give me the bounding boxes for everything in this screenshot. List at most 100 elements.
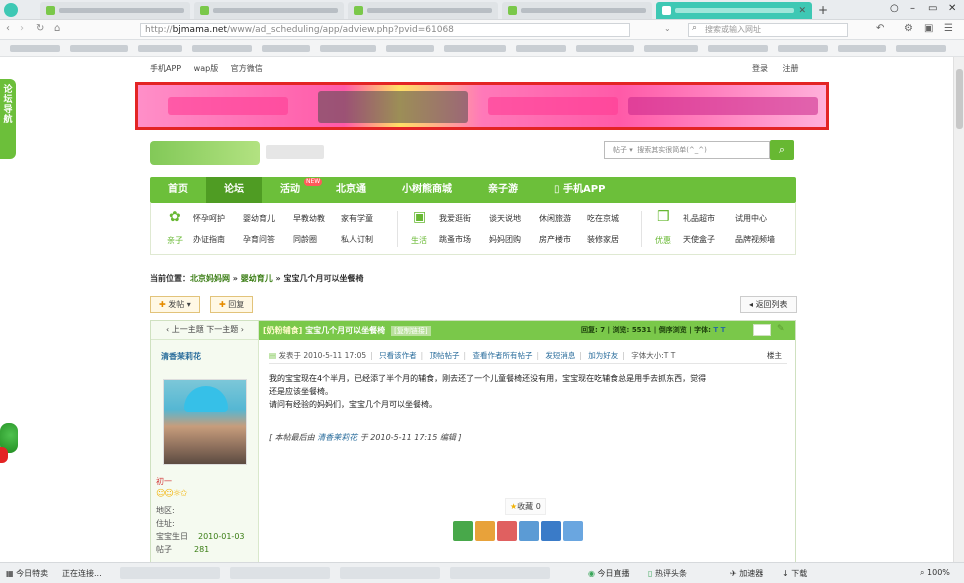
- page-jump-input[interactable]: [753, 324, 771, 336]
- nav-home[interactable]: 首页: [150, 177, 206, 203]
- nav-app[interactable]: ▯ 手机APP: [536, 177, 623, 203]
- share-icon[interactable]: [497, 521, 517, 541]
- browser-tab[interactable]: [348, 2, 498, 19]
- bookmark-item[interactable]: [262, 45, 310, 52]
- meta-link[interactable]: 加为好友: [588, 351, 618, 360]
- breadcrumb-link[interactable]: 婴幼育儿: [241, 274, 273, 283]
- nav-forum[interactable]: 论坛: [206, 177, 262, 203]
- menu-icon[interactable]: ☰: [944, 23, 953, 34]
- prev-next-links[interactable]: ‹ 上一主题 下一主题 ›: [151, 321, 259, 340]
- sub-link[interactable]: 试用中心: [735, 213, 767, 224]
- share-icon[interactable]: [541, 521, 561, 541]
- reload-icon[interactable]: ↻: [36, 23, 44, 34]
- meta-link[interactable]: 发短消息: [545, 351, 575, 360]
- site-logo[interactable]: [150, 141, 260, 165]
- bookmark-item[interactable]: [444, 45, 506, 52]
- new-post-button[interactable]: ✚ 发帖 ▾: [150, 296, 200, 313]
- sub-link[interactable]: 办证指南: [193, 234, 225, 245]
- sub-link[interactable]: 同龄圈: [293, 234, 317, 245]
- login-link[interactable]: 登录: [752, 64, 768, 73]
- download-link[interactable]: ↓ 下载: [782, 568, 807, 579]
- close-window-icon[interactable]: ✕: [948, 3, 956, 14]
- bookmark-icon[interactable]: ▣: [924, 23, 933, 34]
- bookmark-item[interactable]: [386, 45, 434, 52]
- accelerator-link[interactable]: ✈ 加速器: [730, 568, 763, 579]
- browser-tab-active[interactable]: ✕: [656, 2, 812, 19]
- share-icon[interactable]: [563, 521, 583, 541]
- bookmark-item[interactable]: [10, 45, 60, 52]
- favorite-button[interactable]: ★收藏 0: [505, 498, 546, 515]
- bookmark-item[interactable]: [192, 45, 252, 52]
- sub-link[interactable]: 妈妈团购: [489, 234, 521, 245]
- gear-icon[interactable]: ⚙: [904, 23, 913, 34]
- skin-icon[interactable]: ○: [890, 3, 899, 14]
- meta-link[interactable]: 查看作者所有帖子: [472, 351, 532, 360]
- share-icon[interactable]: [475, 521, 495, 541]
- font-size-control[interactable]: 字体大小:T T: [631, 351, 675, 360]
- home-icon[interactable]: ⌂: [54, 23, 60, 34]
- sub-link[interactable]: 我爱逛街: [439, 213, 471, 224]
- floating-ad[interactable]: [0, 409, 22, 469]
- sub-link[interactable]: 婴幼育儿: [243, 213, 275, 224]
- wap-link[interactable]: wap版: [194, 64, 219, 73]
- forum-nav-float[interactable]: 论坛导航: [0, 79, 16, 159]
- search-button[interactable]: ⌕: [770, 140, 794, 160]
- meta-link[interactable]: 顶帖帖子: [430, 351, 460, 360]
- nav-beijing[interactable]: 北京通: [318, 177, 384, 203]
- meta-link[interactable]: 只看该作者: [379, 351, 417, 360]
- sub-link[interactable]: 天使盒子: [683, 234, 715, 245]
- font-size-toggle[interactable]: T T: [713, 326, 725, 334]
- sub-link[interactable]: 孕育问答: [243, 234, 275, 245]
- sub-link[interactable]: 早教幼教: [293, 213, 325, 224]
- sub-link[interactable]: 怀孕呵护: [193, 213, 225, 224]
- share-icon[interactable]: [453, 521, 473, 541]
- back-to-list-button[interactable]: ◂ 返回列表: [740, 296, 797, 313]
- bookmark-item[interactable]: [708, 45, 768, 52]
- share-icon[interactable]: [519, 521, 539, 541]
- sub-link[interactable]: 吃在京城: [587, 213, 619, 224]
- browser-tab[interactable]: [40, 2, 190, 19]
- forward-icon[interactable]: ›: [20, 23, 24, 34]
- wechat-link[interactable]: 官方微信: [231, 64, 263, 73]
- nav-mall[interactable]: 小树熊商城: [384, 177, 470, 203]
- breadcrumb-link[interactable]: 北京妈妈网: [190, 274, 230, 283]
- sub-link[interactable]: 休闲旅游: [539, 213, 571, 224]
- zoom-level[interactable]: ⌕ 100%: [920, 568, 950, 578]
- minimize-icon[interactable]: –: [910, 3, 915, 14]
- register-link[interactable]: 注册: [783, 64, 799, 73]
- browser-tab[interactable]: [502, 2, 652, 19]
- reply-button[interactable]: ✚ 回复: [210, 296, 254, 313]
- bookmark-item[interactable]: [70, 45, 128, 52]
- maximize-icon[interactable]: ▭: [928, 3, 937, 14]
- sub-link[interactable]: 品牌视频墙: [735, 234, 775, 245]
- scroll-thumb[interactable]: [956, 69, 963, 129]
- sub-link[interactable]: 家有学童: [341, 213, 373, 224]
- sub-link[interactable]: 跳蚤市场: [439, 234, 471, 245]
- bookmark-item[interactable]: [576, 45, 634, 52]
- dropdown-icon[interactable]: ⌄: [664, 24, 671, 33]
- copy-link-button[interactable]: [复制链接]: [391, 326, 431, 336]
- app-link[interactable]: 手机APP: [150, 64, 181, 73]
- browser-search-input[interactable]: 搜索或输入网址: [688, 23, 848, 37]
- headlines-link[interactable]: ▯ 热评头条: [648, 568, 687, 579]
- sub-link[interactable]: 房产楼市: [539, 234, 571, 245]
- site-search-input[interactable]: 帖子 ▾ 搜索其实很简单(^_^): [604, 141, 770, 159]
- undo-icon[interactable]: ↶: [876, 23, 884, 34]
- bookmark-item[interactable]: [838, 45, 886, 52]
- bookmark-item[interactable]: [516, 45, 566, 52]
- url-field[interactable]: http://bjmama.net/www/ad_scheduling/app/…: [140, 23, 630, 37]
- author-name[interactable]: 清香茉莉花: [161, 351, 201, 362]
- back-icon[interactable]: ‹: [6, 23, 10, 34]
- bookmark-item[interactable]: [320, 45, 376, 52]
- nav-family-travel[interactable]: 亲子游: [470, 177, 536, 203]
- bookmark-item[interactable]: [896, 45, 946, 52]
- new-tab-button[interactable]: +: [818, 3, 828, 17]
- bookmark-item[interactable]: [778, 45, 828, 52]
- deals-link[interactable]: ▦ 今日特卖: [6, 568, 48, 579]
- sub-link[interactable]: 礼品超市: [683, 213, 715, 224]
- browser-logo-icon[interactable]: [4, 3, 18, 17]
- avatar[interactable]: [163, 379, 247, 465]
- ad-banner[interactable]: [135, 82, 829, 130]
- reverse-order-link[interactable]: 倒序浏览: [659, 326, 687, 334]
- search-icon[interactable]: ⌕: [692, 23, 697, 33]
